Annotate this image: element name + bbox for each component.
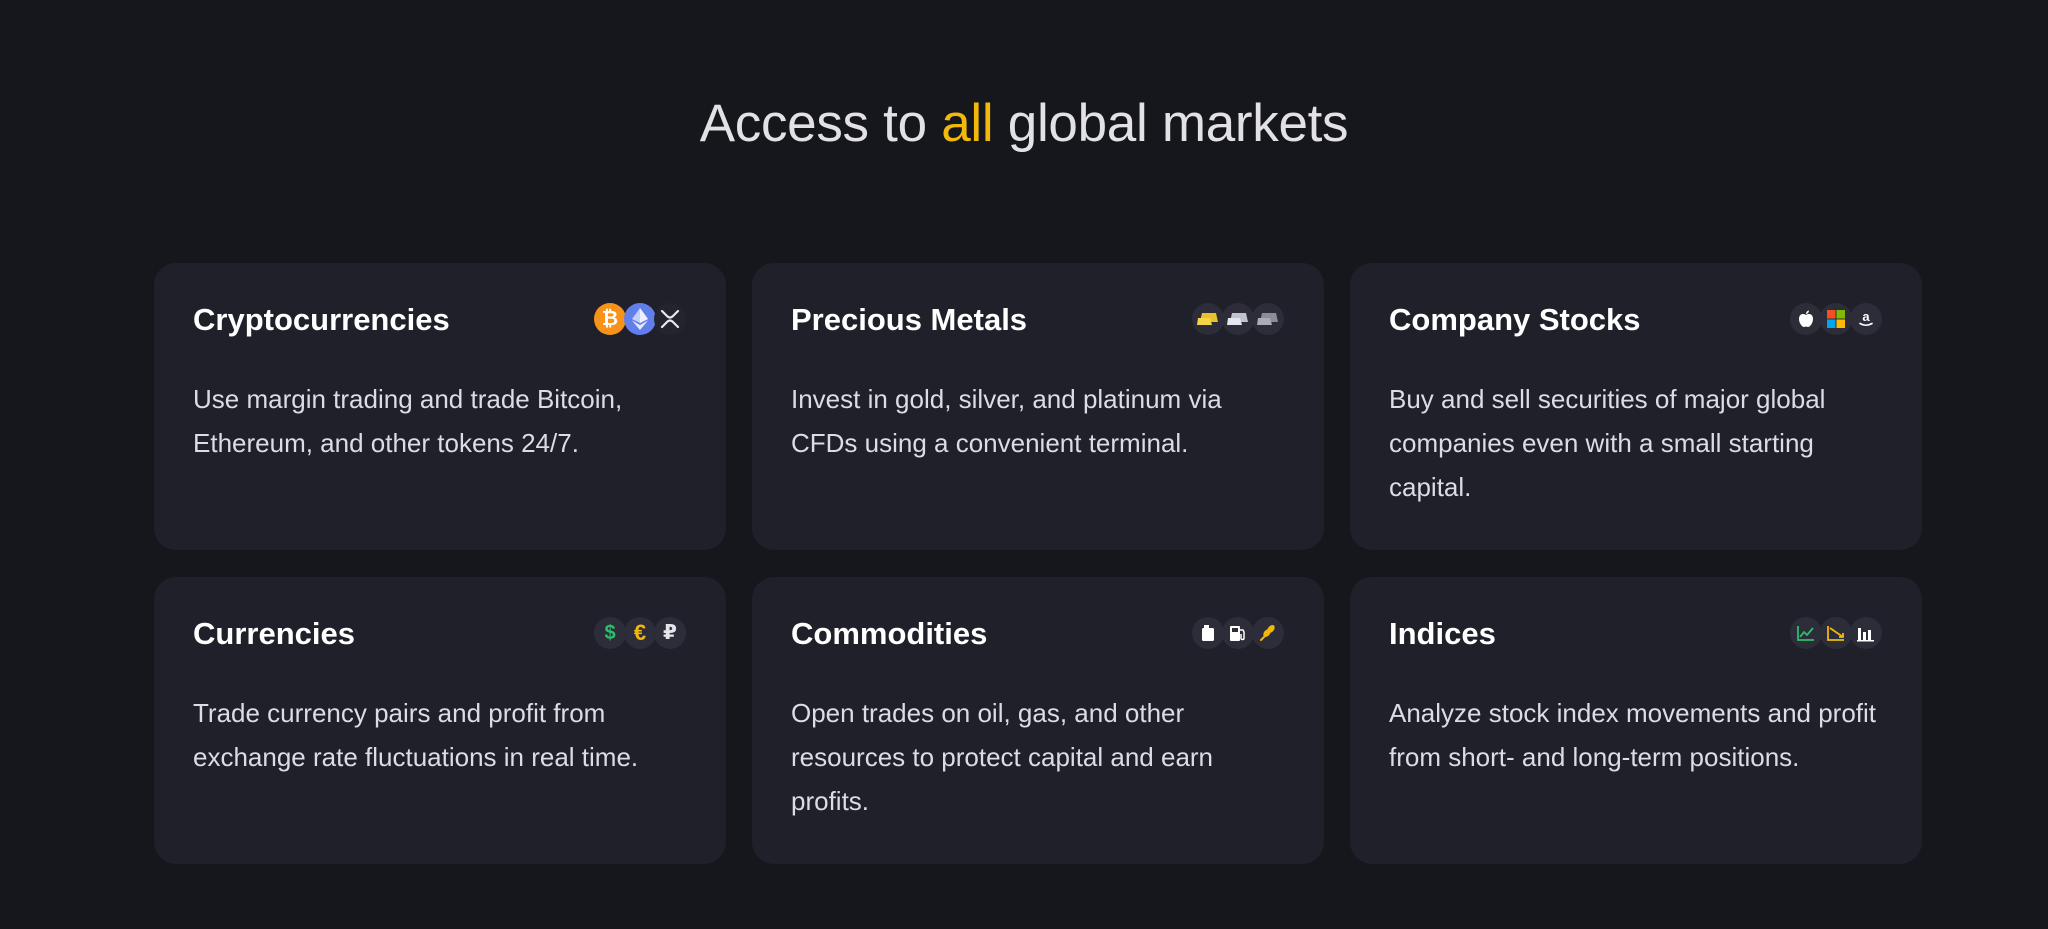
gold-bar-icon (1192, 303, 1224, 335)
markets-section: Access to all global markets Cryptocurre… (0, 0, 2048, 929)
heading-suffix: global markets (993, 94, 1349, 153)
card-icons: $ € ₽ (594, 617, 686, 649)
card-indices[interactable]: Indices Analyze stock index movements an… (1350, 577, 1922, 864)
card-icons (1192, 617, 1284, 649)
card-commodities[interactable]: Commodities Open trades on oil, gas, and… (752, 577, 1324, 864)
card-icons (1192, 303, 1284, 335)
card-currencies[interactable]: Currencies $ € ₽ Trade currency pairs an… (154, 577, 726, 864)
silver-bar-icon (1222, 303, 1254, 335)
oil-canister-icon (1192, 617, 1224, 649)
heading-accent: all (941, 94, 994, 153)
card-description: Open trades on oil, gas, and other resou… (791, 698, 1214, 816)
trend-chart-icon (1820, 617, 1852, 649)
card-description: Trade currency pairs and profit from exc… (193, 698, 639, 772)
ruble-icon: ₽ (654, 617, 686, 649)
card-icons: a (1790, 303, 1882, 335)
card-description: Buy and sell securities of major global … (1389, 384, 1826, 502)
markets-grid: Cryptocurrencies ₿ Use margin trading an… (154, 263, 1922, 864)
line-chart-icon (1790, 617, 1822, 649)
card-description: Use margin trading and trade Bitcoin, Et… (193, 384, 623, 458)
fuel-pump-icon (1222, 617, 1254, 649)
card-precious-metals[interactable]: Precious Metals Invest in gold, silver, … (752, 263, 1324, 550)
bitcoin-icon: ₿ (594, 303, 626, 335)
wheat-icon (1252, 617, 1284, 649)
heading-prefix: Access to (699, 94, 942, 153)
amazon-icon: a (1850, 303, 1882, 335)
card-description: Invest in gold, silver, and platinum via… (791, 384, 1222, 458)
card-icons: ₿ (594, 303, 686, 335)
section-heading: Access to all global markets (0, 92, 2048, 156)
card-company-stocks[interactable]: Company Stocks a Buy and sell securities… (1350, 263, 1922, 550)
euro-icon: € (624, 617, 656, 649)
dollar-icon: $ (594, 617, 626, 649)
card-description: Analyze stock index movements and profit… (1389, 698, 1877, 772)
apple-icon (1790, 303, 1822, 335)
platinum-bar-icon (1252, 303, 1284, 335)
card-icons (1790, 617, 1882, 649)
ethereum-icon (624, 303, 656, 335)
card-cryptocurrencies[interactable]: Cryptocurrencies ₿ Use margin trading an… (154, 263, 726, 550)
xrp-icon (654, 303, 686, 335)
microsoft-icon (1820, 303, 1852, 335)
svg-text:a: a (1862, 310, 1870, 324)
bar-chart-icon (1850, 617, 1882, 649)
